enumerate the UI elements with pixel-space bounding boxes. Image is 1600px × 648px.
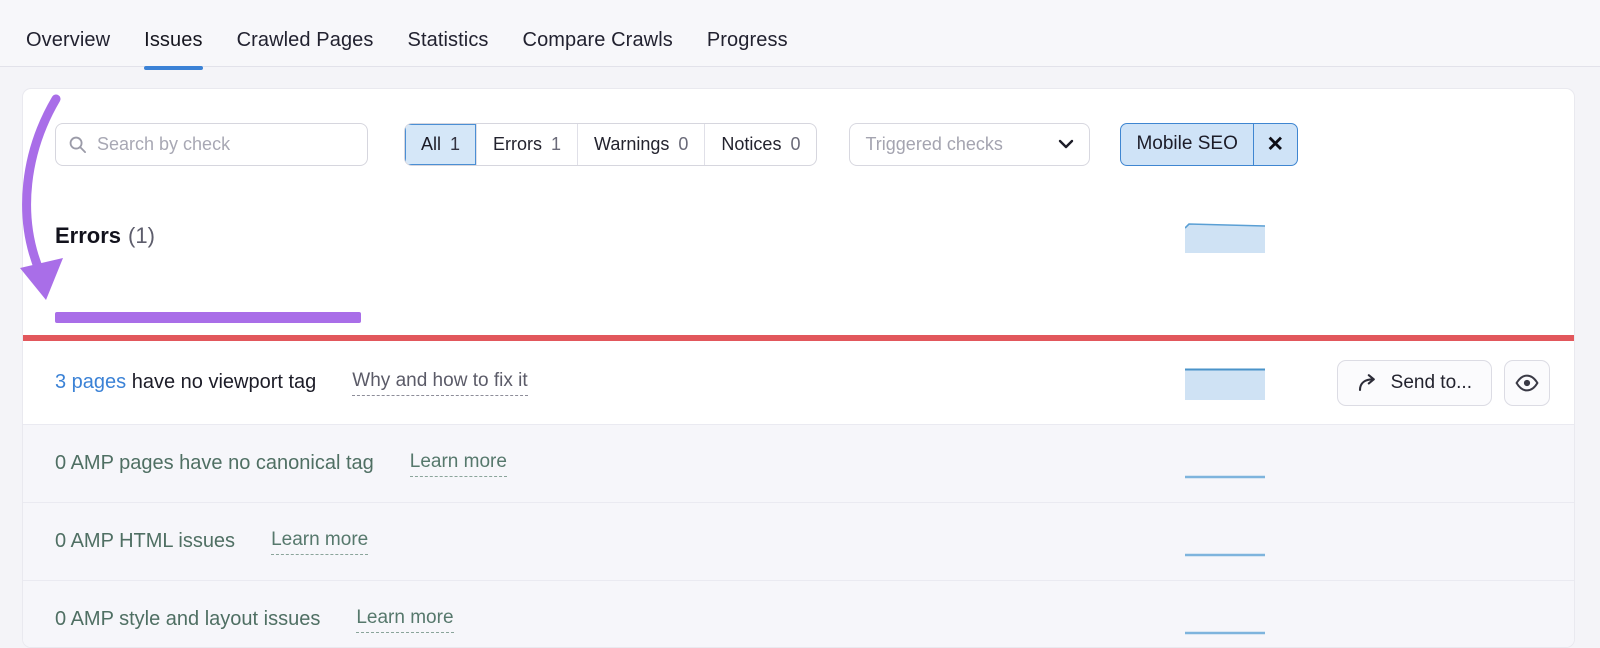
- filter-notices-label: Notices: [721, 133, 782, 154]
- search-field[interactable]: [55, 122, 368, 166]
- issue-title: 0 AMP pages have no canonical tag: [55, 452, 374, 474]
- triggered-checks-label: Triggered checks: [865, 133, 1003, 154]
- issue-row-viewport-tag[interactable]: 3 pages have no viewport tag Why and how…: [23, 341, 1574, 425]
- errors-section-header: Errors (1): [23, 199, 1574, 273]
- eye-icon: [1515, 374, 1539, 391]
- issue-help-link[interactable]: Learn more: [409, 451, 507, 477]
- annotation-highlight-bar: [55, 312, 361, 323]
- issue-count-link[interactable]: 3 pages: [55, 371, 126, 393]
- chevron-down-icon: [1059, 139, 1074, 149]
- errors-trend-sparkline: [1185, 223, 1265, 253]
- main-tabbar: Overview Issues Crawled Pages Statistics…: [0, 0, 1600, 70]
- tab-overview-label: Overview: [26, 29, 111, 51]
- errors-section-count: (1): [128, 223, 155, 248]
- tab-progress[interactable]: Progress: [707, 0, 788, 70]
- issue-row-amp-html[interactable]: 0 AMP HTML issues Learn more: [23, 503, 1574, 581]
- filter-errors[interactable]: Errors 1: [477, 123, 579, 165]
- tab-issues[interactable]: Issues: [144, 0, 203, 70]
- search-input[interactable]: [97, 133, 355, 155]
- filter-toolbar: All 1 Errors 1 Warnings 0 Notices 0 Trig…: [23, 89, 1574, 199]
- tab-overview[interactable]: Overview: [26, 0, 110, 70]
- filter-all-count: 1: [450, 133, 461, 154]
- issue-title: 3 pages have no viewport tag: [55, 371, 316, 394]
- issue-trend-sparkline: [1185, 553, 1265, 557]
- filter-warnings-label: Warnings: [594, 133, 670, 154]
- tab-compare-crawls[interactable]: Compare Crawls: [523, 0, 673, 70]
- filter-errors-label: Errors: [493, 133, 543, 154]
- filter-notices[interactable]: Notices 0: [705, 124, 816, 165]
- issue-help-link[interactable]: Learn more: [271, 529, 369, 555]
- send-to-label: Send to...: [1390, 371, 1472, 393]
- issue-trend-sparkline: [1185, 475, 1265, 479]
- issues-card: All 1 Errors 1 Warnings 0 Notices 0 Trig…: [22, 88, 1575, 648]
- filter-errors-count: 1: [551, 133, 562, 154]
- tab-statistics[interactable]: Statistics: [408, 0, 489, 70]
- filter-all[interactable]: All 1: [405, 123, 478, 165]
- issue-title: 0 AMP HTML issues: [55, 530, 236, 552]
- tab-statistics-label: Statistics: [407, 29, 489, 51]
- filter-notices-count: 0: [790, 133, 801, 154]
- issue-help-link[interactable]: Why and how to fix it: [352, 370, 528, 396]
- search-icon: [69, 136, 87, 153]
- errors-section-title: Errors: [55, 223, 122, 248]
- issue-row-amp-canonical[interactable]: 0 AMP pages have no canonical tag Learn …: [23, 425, 1574, 503]
- tab-issues-label: Issues: [144, 29, 203, 51]
- filter-all-label: All: [421, 133, 442, 154]
- filter-warnings[interactable]: Warnings 0: [578, 123, 706, 165]
- issue-description: have no viewport tag: [126, 371, 317, 393]
- tab-progress-label: Progress: [706, 29, 788, 51]
- tab-crawled-pages[interactable]: Crawled Pages: [237, 0, 374, 70]
- filter-warnings-count: 0: [678, 133, 689, 154]
- tab-compare-crawls-label: Compare Crawls: [522, 29, 673, 51]
- issue-trend-sparkline: [1185, 631, 1265, 635]
- tab-crawled-pages-label: Crawled Pages: [236, 29, 374, 51]
- issue-row-actions: Send to...: [1336, 359, 1550, 406]
- send-to-button[interactable]: Send to...: [1336, 359, 1492, 406]
- triggered-checks-dropdown[interactable]: Triggered checks: [849, 122, 1091, 166]
- issue-help-link[interactable]: Learn more: [356, 607, 454, 633]
- share-arrow-icon: [1358, 373, 1375, 391]
- active-tab-underline: [144, 66, 203, 70]
- issue-trend-sparkline: [1185, 368, 1265, 400]
- issue-row-amp-style-layout[interactable]: 0 AMP style and layout issues Learn more: [23, 581, 1574, 647]
- issue-title: 0 AMP style and layout issues: [55, 608, 321, 630]
- close-icon[interactable]: ✕: [1254, 124, 1297, 165]
- category-chip-label: Mobile SEO: [1121, 123, 1254, 165]
- category-chip-mobile-seo[interactable]: Mobile SEO ✕: [1120, 122, 1298, 166]
- preview-button[interactable]: [1504, 359, 1550, 406]
- severity-filter-group: All 1 Errors 1 Warnings 0 Notices 0: [404, 122, 818, 166]
